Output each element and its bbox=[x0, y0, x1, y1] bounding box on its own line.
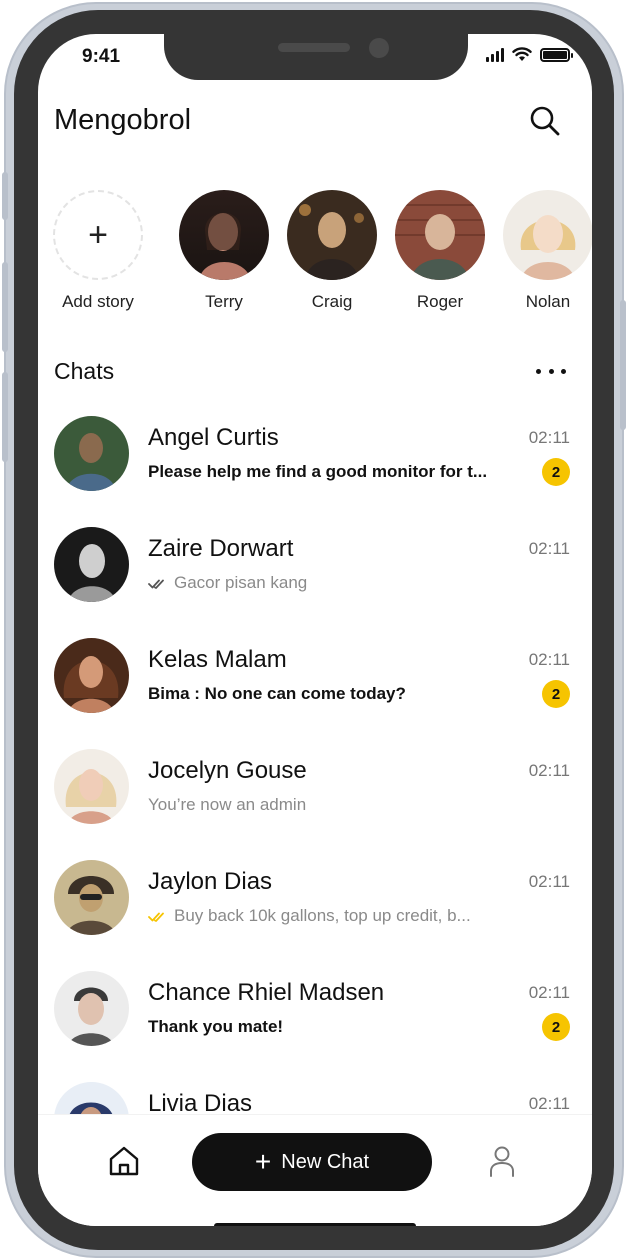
chat-message-preview: Please help me find a good monitor for t… bbox=[148, 462, 488, 481]
chat-item-jocelyn-gouse[interactable]: Jocelyn Gouse 02:11 You’re now an admin bbox=[38, 747, 592, 847]
status-time: 9:41 bbox=[82, 46, 121, 67]
chat-message-preview: Buy back 10k gallons, top up credit, b..… bbox=[148, 906, 471, 926]
avatar bbox=[54, 416, 129, 491]
status-icons bbox=[486, 47, 573, 62]
chat-time: 02:11 bbox=[528, 872, 570, 891]
new-chat-label: New Chat bbox=[281, 1150, 370, 1173]
chat-item-chance-rhiel-madsen[interactable]: Chance Rhiel Madsen 02:11 Thank you mate… bbox=[38, 969, 592, 1069]
chat-name: Chance Rhiel Madsen bbox=[148, 979, 385, 1006]
app-screen: 9:41 Mengobrol + Add story Terry Craig R… bbox=[38, 34, 592, 1226]
story-roger[interactable]: Roger bbox=[390, 190, 490, 312]
unread-badge: 2 bbox=[542, 1013, 570, 1041]
chat-message-preview: Gacor pisan kang bbox=[148, 573, 307, 593]
chat-item-jaylon-dias[interactable]: Jaylon Dias 02:11 Buy back 10k gallons, … bbox=[38, 858, 592, 958]
story-name: Terry bbox=[205, 292, 243, 311]
bottom-nav: + New Chat bbox=[38, 1114, 592, 1226]
avatar bbox=[54, 527, 129, 602]
avatar bbox=[287, 190, 377, 280]
chat-message-preview: Bima : No one can come today? bbox=[148, 684, 406, 703]
chat-time: 02:11 bbox=[528, 1094, 570, 1113]
new-chat-button[interactable]: + New Chat bbox=[192, 1133, 432, 1191]
story-label: Add story bbox=[62, 292, 134, 311]
user-icon[interactable] bbox=[482, 1141, 522, 1181]
story-name: Craig bbox=[311, 292, 353, 311]
story-craig[interactable]: Craig bbox=[282, 190, 382, 312]
chat-time: 02:11 bbox=[528, 428, 570, 447]
phone-side-button bbox=[2, 372, 8, 462]
plus-icon: + bbox=[254, 1146, 272, 1177]
chat-message-text: Gacor pisan kang bbox=[174, 573, 308, 592]
search-icon[interactable] bbox=[528, 104, 562, 138]
chat-time: 02:11 bbox=[528, 539, 570, 558]
speaker bbox=[278, 43, 350, 52]
chat-item-kelas-malam[interactable]: Kelas Malam 02:11 Bima : No one can come… bbox=[38, 636, 592, 736]
stories-row: + Add story Terry Craig Roger Nolan bbox=[38, 190, 592, 320]
chat-name: Jaylon Dias bbox=[148, 868, 273, 895]
chat-item-zaire-dorwart[interactable]: Zaire Dorwart 02:11 Gacor pisan kang bbox=[38, 525, 592, 625]
story-name: Roger bbox=[416, 292, 464, 311]
cellular-signal-icon bbox=[486, 47, 504, 62]
chat-item-angel-curtis[interactable]: Angel Curtis 02:11 Please help me find a… bbox=[38, 414, 592, 514]
chat-name: Kelas Malam bbox=[148, 646, 287, 673]
double-check-icon bbox=[148, 579, 164, 589]
avatar bbox=[395, 190, 485, 280]
front-camera bbox=[369, 38, 389, 58]
double-check-icon bbox=[148, 912, 164, 922]
chat-message-text: Buy back 10k gallons, top up credit, b..… bbox=[174, 906, 471, 925]
story-terry[interactable]: Terry bbox=[174, 190, 274, 312]
chat-name: Zaire Dorwart bbox=[148, 535, 294, 562]
avatar bbox=[54, 971, 129, 1046]
wifi-icon bbox=[512, 47, 532, 61]
battery-icon bbox=[540, 47, 573, 62]
avatar bbox=[179, 190, 269, 280]
home-icon[interactable] bbox=[104, 1141, 144, 1181]
chat-time: 02:11 bbox=[528, 983, 570, 1002]
chat-name: Jocelyn Gouse bbox=[148, 757, 307, 784]
avatar bbox=[503, 190, 592, 280]
phone-side-button bbox=[2, 172, 8, 220]
unread-badge: 2 bbox=[542, 458, 570, 486]
story-name: Nolan bbox=[525, 292, 571, 311]
avatar bbox=[54, 749, 129, 824]
chat-message-preview: Thank you mate! bbox=[148, 1017, 284, 1036]
app-title: Mengobrol bbox=[54, 104, 192, 136]
plus-icon: + bbox=[53, 190, 143, 280]
more-horizontal-icon[interactable] bbox=[536, 361, 566, 381]
avatar bbox=[54, 860, 129, 935]
phone-side-button bbox=[620, 300, 626, 430]
chat-time: 02:11 bbox=[528, 761, 570, 780]
add-story-button[interactable]: + Add story bbox=[48, 190, 148, 312]
chat-time: 02:11 bbox=[528, 650, 570, 669]
story-nolan[interactable]: Nolan bbox=[498, 190, 592, 312]
notch bbox=[164, 34, 468, 80]
avatar bbox=[54, 638, 129, 713]
chats-title: Chats bbox=[54, 358, 115, 384]
phone-side-button bbox=[2, 262, 8, 352]
unread-badge: 2 bbox=[542, 680, 570, 708]
chat-name: Angel Curtis bbox=[148, 424, 279, 451]
home-indicator bbox=[214, 1223, 416, 1226]
chat-message-preview: You’re now an admin bbox=[148, 795, 307, 814]
